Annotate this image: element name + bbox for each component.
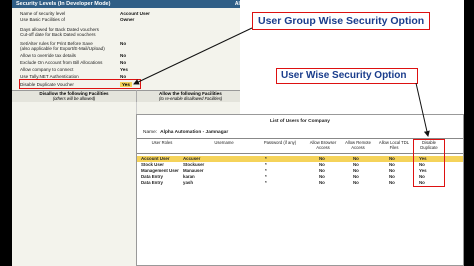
- remote-access[interactable]: No: [353, 180, 359, 186]
- allow-facilities-heading: Allow the following Facilities (to re-en…: [136, 90, 240, 102]
- allow-subtitle: (to re-enable disallowed Facilities): [159, 96, 223, 101]
- disable-duplicate-value[interactable]: Yes: [120, 82, 132, 87]
- security-panel-title: Security Levels (In Developer Mode): [16, 1, 111, 7]
- col-header-remote: Allow Remote Access: [345, 140, 371, 150]
- col-header-username: Username: [214, 140, 234, 145]
- company-short-name: Alph: [234, 1, 246, 7]
- sec-row-value[interactable]: Yes: [120, 67, 128, 72]
- col-header-tdl: Allow Local TDL Files: [378, 140, 410, 150]
- sec-row-value[interactable]: No: [120, 53, 126, 58]
- browser-access[interactable]: No: [319, 180, 325, 186]
- user-group-callout: User Group Wise Security Option: [252, 12, 430, 30]
- col-header-browser: Allow Browser Access: [309, 140, 337, 150]
- right-frame: [464, 0, 474, 266]
- company-name-value: Alpha Automation - Jamnagar: [160, 130, 229, 135]
- user-password: *: [265, 180, 267, 185]
- sec-row-value[interactable]: No: [120, 60, 126, 65]
- disallow-facilities-heading: Disallow the following Facilities (other…: [12, 90, 136, 101]
- company-name-label: Name:: [143, 130, 158, 135]
- user-wise-callout: User Wise Security Option: [276, 68, 418, 84]
- left-frame: [0, 0, 12, 266]
- users-window-title: List of Users for Company: [270, 119, 330, 124]
- security-panel-header: Security Levels (In Developer Mode) Alph: [12, 0, 246, 8]
- screenshot-canvas: Security Levels (In Developer Mode) Alph…: [0, 0, 474, 266]
- disallow-subtitle: (others will be allowed): [52, 96, 96, 101]
- sec-row-value[interactable]: Account User: [120, 11, 150, 16]
- col-header-password: Password (if any): [263, 140, 297, 145]
- disable-duplicate-column-highlight: [413, 139, 445, 187]
- users-list-window: List of Users for Company Name: Alpha Aut…: [136, 114, 464, 266]
- user-name: yash: [183, 180, 194, 185]
- user-role: Data Entry: [141, 180, 163, 185]
- sec-row-label: Cut-off date for Back Dated vouchers: [20, 32, 96, 37]
- tdl-files[interactable]: No: [389, 180, 395, 186]
- sec-row-value[interactable]: Owner: [120, 17, 134, 22]
- company-name-row: Name: Alpha Automation - Jamnagar: [143, 130, 228, 135]
- col-header-roles: User Roles: [151, 140, 173, 145]
- sec-row-label: (also applicable for Export/E-Mail/Uploa…: [20, 46, 105, 51]
